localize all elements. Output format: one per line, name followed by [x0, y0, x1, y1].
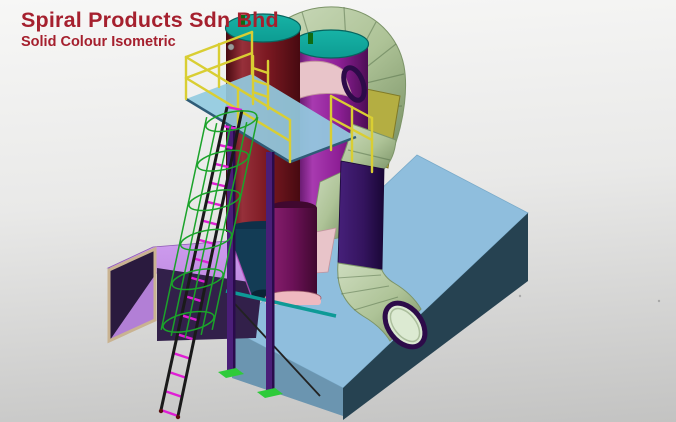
speck — [519, 295, 521, 297]
speck — [658, 300, 660, 302]
isometric-scene — [0, 0, 676, 422]
page-title: Spiral Products Sdn Bhd — [21, 7, 279, 34]
header: Spiral Products Sdn Bhd Solid Colour Iso… — [21, 7, 279, 51]
ladder-foot — [176, 415, 180, 419]
purple-tank-vent-nub — [308, 33, 313, 44]
ladder-foot — [159, 409, 163, 413]
purple-tank-lid — [294, 30, 369, 58]
screenshot-root: Spiral Products Sdn Bhd Solid Colour Iso… — [0, 0, 676, 422]
page-subtitle: Solid Colour Isometric — [21, 34, 279, 51]
indigo-drop-duct — [338, 161, 384, 270]
